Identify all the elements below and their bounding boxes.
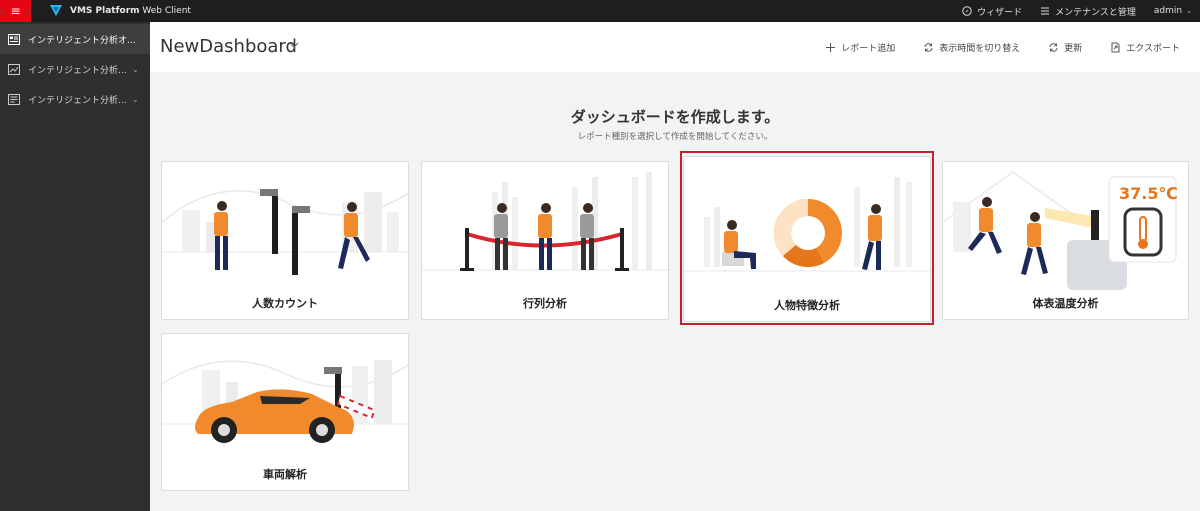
report-card-label: 行列分析 [523, 297, 567, 310]
sidebar-item-label: インテリジェント分析... [28, 65, 127, 76]
add-report-label: レポート追加 [841, 43, 896, 54]
selected-card-highlight [680, 151, 934, 325]
dashboard-title[interactable]: NewDashboard [160, 36, 297, 57]
dashboard-icon [8, 33, 20, 45]
sync-icon [924, 42, 933, 52]
refresh-icon [1049, 42, 1058, 52]
report-card-label: 体表温度分析 [1032, 297, 1099, 310]
user-label: admin [1153, 6, 1183, 16]
create-dashboard-heading: ダッシュボードを作成します。 [570, 108, 780, 126]
report-card-people-counting[interactable]: 人数カウント [161, 161, 409, 320]
sidebar-item-dashboard[interactable]: インテリジェント分析オ... [0, 24, 150, 54]
sidebar: インテリジェント分析オ... インテリジェント分析... ⌄ インテリジェント分… [0, 22, 150, 511]
chevron-down-icon[interactable] [288, 40, 300, 50]
wizard-link[interactable]: ウィザード [962, 5, 1022, 18]
dashboard-header: NewDashboard レポート追加 表示時間を切り替え 更新 エクスポート [150, 22, 1200, 72]
brand-sub: Web Client [142, 6, 191, 16]
brand: VMS Platform Web Client [70, 0, 191, 22]
report-card-label: 人数カウント [252, 297, 318, 310]
maintenance-label: メンテナンスと管理 [1055, 7, 1136, 18]
analysis-icon [8, 63, 20, 75]
sidebar-item-label: インテリジェント分析オ... [28, 35, 136, 46]
plus-icon [826, 42, 836, 52]
report-card-label: 車両解析 [263, 468, 307, 481]
report-icon [8, 93, 20, 105]
switch-time-label: 表示時間を切り替え [939, 43, 1021, 54]
compass-icon [962, 6, 972, 16]
chevron-down-icon: ⌄ [132, 64, 139, 74]
top-bar: ≡ VMS Platform Web Client ウィザード メンテナンスと管… [0, 0, 1200, 22]
report-card-body-temperature[interactable]: 37.5℃ 体表温度分析 [942, 161, 1189, 320]
export-label: エクスポート [1126, 43, 1180, 54]
wizard-label: ウィザード [977, 7, 1023, 18]
export-icon [1111, 42, 1120, 52]
sidebar-item-label: インテリジェント分析... [28, 95, 127, 106]
switch-time-button[interactable]: 表示時間を切り替え [923, 41, 1020, 54]
hamburger-menu-button[interactable]: ≡ [0, 0, 31, 22]
refresh-button[interactable]: 更新 [1048, 41, 1082, 54]
report-card-queue-analysis[interactable]: 行列分析 [421, 161, 669, 320]
user-menu[interactable]: admin ⌄ [1154, 6, 1192, 16]
chevron-down-icon: ⌄ [132, 94, 139, 104]
list-icon [1041, 7, 1050, 15]
temperature-readout: 37.5℃ [1119, 184, 1178, 203]
brand-main: VMS Platform [70, 6, 140, 16]
chevron-down-icon: ⌄ [1186, 7, 1192, 15]
sidebar-item-analysis[interactable]: インテリジェント分析... ⌄ [0, 54, 150, 84]
vms-logo-icon [50, 5, 62, 16]
refresh-label: 更新 [1064, 43, 1083, 54]
create-dashboard-subheading: レポート種別を選択して作成を開始してください。 [577, 132, 773, 142]
export-button[interactable]: エクスポート [1110, 41, 1180, 54]
add-report-button[interactable]: レポート追加 [825, 41, 895, 54]
maintenance-link[interactable]: メンテナンスと管理 [1040, 5, 1136, 18]
report-card-vehicle-analysis[interactable]: 車両解析 [161, 333, 409, 491]
sidebar-item-report[interactable]: インテリジェント分析... ⌄ [0, 84, 150, 114]
